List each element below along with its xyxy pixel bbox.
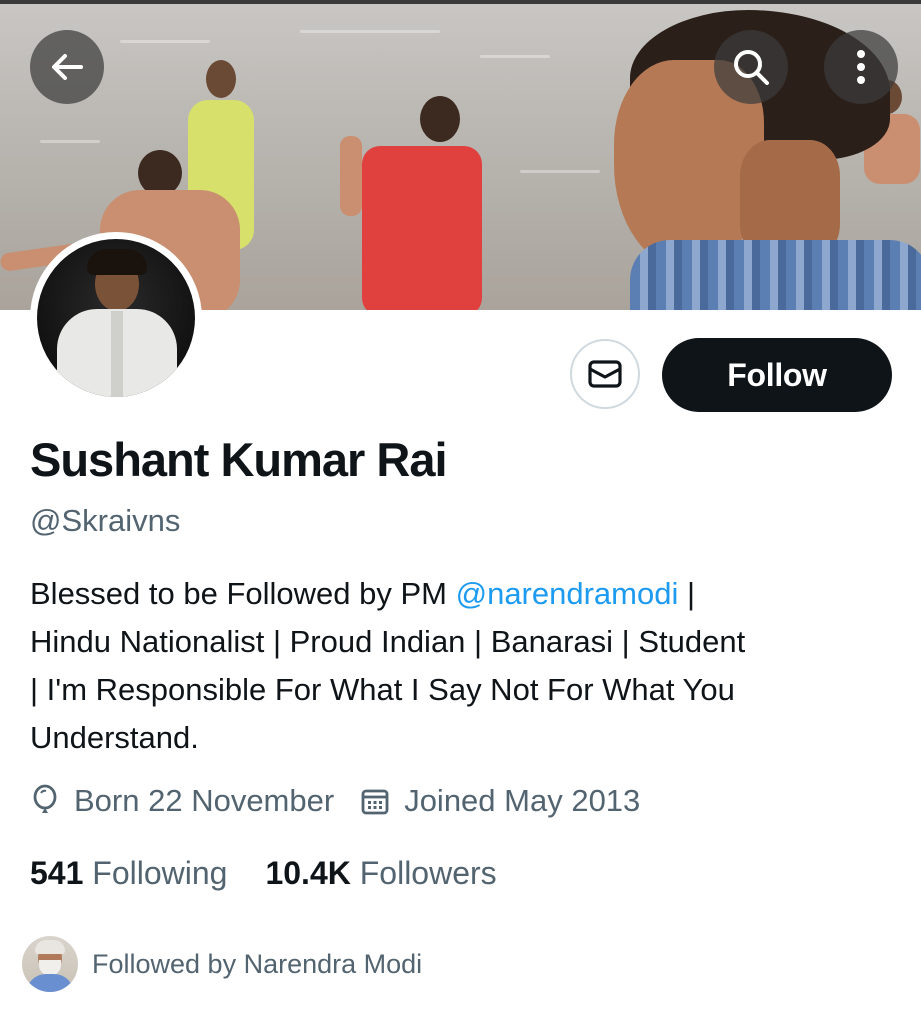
following-count: 541 <box>30 855 84 891</box>
joined-info: Joined May 2013 <box>360 783 640 819</box>
message-button[interactable] <box>570 339 640 409</box>
profile-avatar[interactable] <box>30 232 202 404</box>
balloon-icon <box>33 784 57 813</box>
profile-bio: Blessed to be Followed by PM @narendramo… <box>30 570 870 762</box>
calendar-icon <box>361 789 389 815</box>
followers-count: 10.4K <box>265 855 351 891</box>
follow-button[interactable]: Follow <box>662 338 892 412</box>
followers-link[interactable]: 10.4K Followers <box>265 855 496 892</box>
followed-by[interactable]: Followed by Narendra Modi <box>22 936 422 992</box>
follower-avatar <box>22 936 78 992</box>
followers-label: Followers <box>359 855 497 891</box>
bio-line: Understand. <box>30 720 199 755</box>
bio-line: Blessed to be Followed by PM @narendramo… <box>30 576 696 611</box>
search-button[interactable] <box>714 30 788 104</box>
born-text: Born 22 November <box>74 783 335 818</box>
search-icon <box>734 50 769 85</box>
envelope-icon <box>588 360 622 388</box>
followed-by-text: Followed by Narendra Modi <box>92 948 423 979</box>
more-vertical-icon <box>857 50 865 84</box>
banner-person <box>340 96 490 310</box>
profile-meta: Born 22 November Joined May 2013 <box>30 783 666 819</box>
more-button[interactable] <box>824 30 898 104</box>
bio-mention-link[interactable]: @narendramodi <box>456 576 679 611</box>
arrow-left-icon <box>52 54 83 80</box>
profile-stats: 541 Following 10.4K Followers <box>30 855 535 892</box>
following-label: Following <box>92 855 228 891</box>
born-info: Born 22 November <box>30 783 334 819</box>
back-button[interactable] <box>30 30 104 104</box>
following-link[interactable]: 541 Following <box>30 855 227 892</box>
bio-line: | I'm Responsible For What I Say Not For… <box>30 672 735 707</box>
bio-line: Hindu Nationalist | Proud Indian | Banar… <box>30 624 746 659</box>
avatar-image <box>37 239 195 397</box>
profile-handle: @Skraivns <box>30 503 181 538</box>
joined-text: Joined May 2013 <box>404 783 641 818</box>
profile-name: Sushant Kumar Rai <box>30 433 448 486</box>
